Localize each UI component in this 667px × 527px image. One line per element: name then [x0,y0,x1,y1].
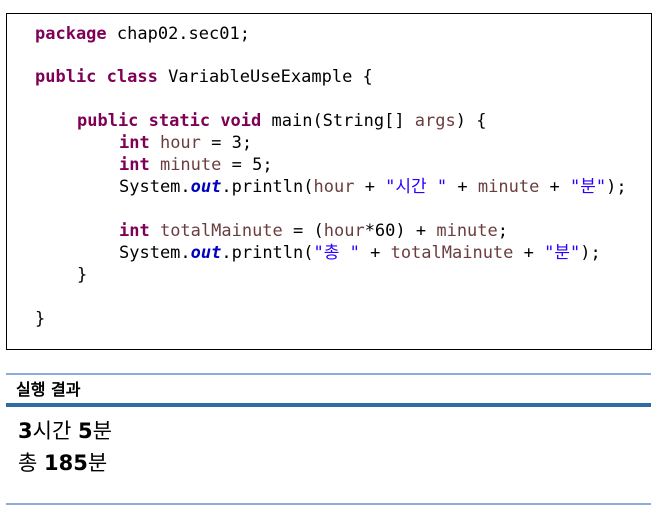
plus-op: + [447,177,478,197]
code-line-close-class: } [35,308,45,330]
ref-minute: minute [436,221,498,241]
code-panel: package chap02.sec01; public class Varia… [6,13,652,350]
output-total-prefix: 총 [18,451,44,475]
code-line-main-decl: public static void main(String[] args) { [77,110,486,132]
statement-end: ); [606,177,627,197]
plus-op: + [354,177,386,197]
output-minute-unit: 분 [92,419,112,443]
code-line-class-decl: public class VariableUseExample { [35,66,373,88]
output-line-total: 총 185분 [18,448,107,478]
main-signature: main(String[] [261,111,415,131]
hour-assign: = 3; [200,133,253,153]
code-line-total-decl: int totalMainute = (hour*60) + minute; [119,220,508,242]
package-name: chap02.sec01; [106,24,250,44]
closing-brace: } [35,309,46,329]
ref-hour: hour [323,221,365,241]
string-minute-suffix: "분" [570,177,607,197]
result-header-divider [6,403,651,407]
field-out: out [190,243,222,263]
class-name: VariableUseExample { [157,67,373,87]
ref-total: totalMainute [390,243,514,263]
output-line-time: 3시간 5분 [18,416,112,446]
minute-assign: = 5; [221,155,273,175]
keyword-package: package [35,24,107,44]
statement-end: ); [580,243,601,263]
keyword-class: class [96,67,158,87]
total-assign-open: = ( [282,221,324,241]
println-call: .println( [221,177,314,197]
keyword-public: public [77,111,139,131]
keyword-int: int [119,155,150,175]
code-line-hour-decl: int hour = 3; [119,132,252,154]
result-top-divider [6,373,651,375]
ref-minute: minute [477,177,540,197]
system-class: System. [119,243,191,263]
output-total-unit: 분 [87,451,108,475]
main-signature-end: ) { [455,111,487,131]
ref-hour: hour [313,177,355,197]
string-total-prefix: "총 " [313,243,360,263]
statement-end: ; [497,221,509,241]
system-class: System. [119,177,191,197]
plus-op: + [359,243,391,263]
result-bottom-divider [6,503,651,505]
output-hour-unit: 시간 [32,419,78,443]
total-assign-mid: *60) + [364,221,437,241]
param-args: args [414,111,456,131]
plus-op: + [513,243,545,263]
output-hour-value: 3 [18,419,33,443]
plus-op: + [539,177,571,197]
output-minute-value: 5 [77,419,93,443]
println-call: .println( [221,243,314,263]
field-out: out [190,177,222,197]
var-hour: hour [149,133,201,153]
keyword-static: static [138,111,211,131]
closing-brace: } [77,265,88,285]
code-line-print-time: System.out.println(hour + "시간 " + minute… [119,176,627,198]
code-line-package: package chap02.sec01; [35,23,250,45]
code-line-print-total: System.out.println("총 " + totalMainute +… [119,242,601,264]
keyword-int: int [119,133,150,153]
string-hour-suffix: "시간 " [385,177,448,197]
keyword-int: int [119,221,150,241]
output-total-value: 185 [44,451,88,475]
var-total: totalMainute [149,221,283,241]
keyword-void: void [210,111,262,131]
result-title: 실행 결과 [16,380,81,399]
code-line-close-method: } [77,264,87,286]
string-minute-suffix: "분" [544,243,581,263]
code-line-minute-decl: int minute = 5; [119,154,273,176]
keyword-public: public [35,67,97,87]
var-minute: minute [149,155,222,175]
